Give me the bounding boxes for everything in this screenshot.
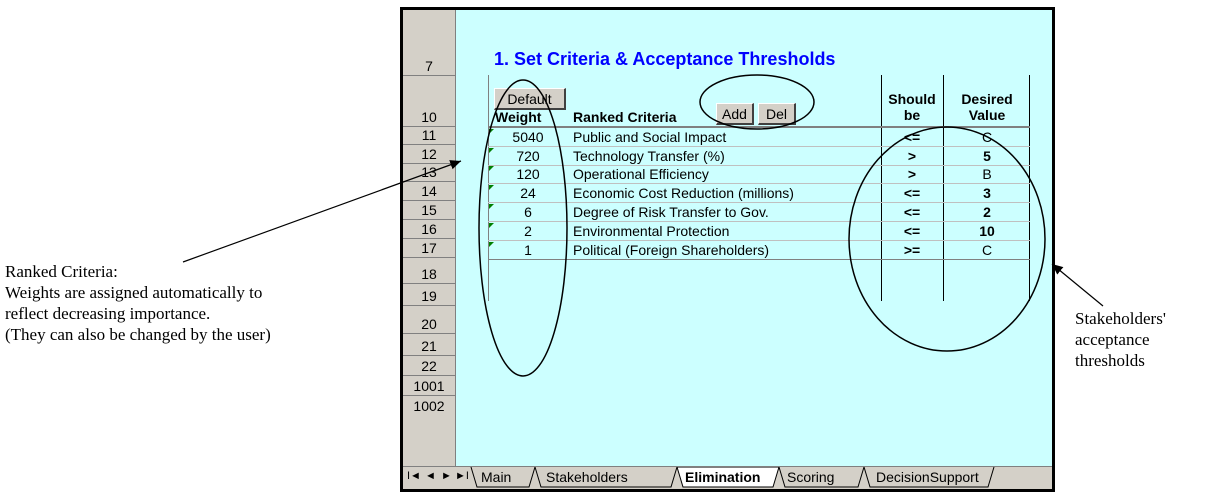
criteria-cell[interactable]: Degree of Risk Transfer to Gov. <box>573 204 769 220</box>
row-header[interactable]: 18 <box>403 258 455 284</box>
row-header[interactable]: 15 <box>403 201 455 220</box>
criteria-cell[interactable]: Operational Efficiency <box>573 166 709 182</box>
desired-value-cell[interactable]: 10 <box>948 223 1026 239</box>
should-be-cell[interactable]: >= <box>883 242 941 258</box>
row-header[interactable]: 21 <box>403 334 455 356</box>
row-header[interactable]: 10 <box>403 76 455 127</box>
criteria-column-header: Ranked Criteria <box>573 109 677 125</box>
desired-value-cell[interactable]: 5 <box>948 148 1026 164</box>
left-annotation-line3: reflect decreasing importance. <box>5 304 211 323</box>
tab-decisionsupport[interactable]: DecisionSupport <box>876 469 979 485</box>
criteria-cell[interactable]: Public and Social Impact <box>573 129 726 145</box>
row-header-column: 7 10 11 12 13 14 15 16 17 18 19 20 21 22… <box>403 10 456 474</box>
row-divider <box>488 183 1030 184</box>
sheet-tab-bar: I◄ ◄ ► ►I Main Stakeholders Elimination … <box>403 466 1052 489</box>
row-header[interactable]: 17 <box>403 239 455 258</box>
row-header[interactable]: 13 <box>403 164 455 182</box>
weight-cell[interactable]: 6 <box>488 204 568 220</box>
weight-cell[interactable]: 1 <box>488 242 568 258</box>
column-divider <box>881 75 882 301</box>
right-annotation-arrow <box>1051 263 1104 307</box>
weight-cell[interactable]: 5040 <box>488 129 568 145</box>
should-be-cell[interactable]: > <box>883 148 941 164</box>
desired-value-cell[interactable]: C <box>948 129 1026 145</box>
section-title: 1. Set Criteria & Acceptance Thresholds <box>494 49 836 69</box>
row-header[interactable]: 1002 <box>403 396 455 474</box>
row-divider <box>488 240 1030 241</box>
row-divider <box>488 146 1030 147</box>
weight-cell[interactable]: 2 <box>488 223 568 239</box>
right-annotation: Stakeholders' acceptance thresholds <box>1075 308 1211 371</box>
desired-value-cell[interactable]: B <box>948 166 1026 182</box>
should-be-header-line2: be <box>903 107 921 123</box>
desired-value-header-line1: Desired <box>961 91 1013 107</box>
should-be-column-header: Should be <box>883 91 941 123</box>
row-header[interactable]: 12 <box>403 145 455 164</box>
criteria-cell[interactable]: Environmental Protection <box>573 223 729 239</box>
row-header[interactable]: 16 <box>403 220 455 239</box>
delete-button[interactable]: Del <box>758 103 796 125</box>
should-be-cell[interactable]: <= <box>883 129 941 145</box>
criteria-cell[interactable]: Economic Cost Reduction (millions) <box>573 185 794 201</box>
right-annotation-line3: thresholds <box>1075 351 1145 370</box>
desired-value-cell[interactable]: 3 <box>948 185 1026 201</box>
row-header[interactable]: 22 <box>403 356 455 376</box>
desired-value-column-header: Desired Value <box>945 91 1029 123</box>
criteria-table: Default Weight Ranked Criteria Add Del S… <box>488 75 1046 301</box>
row-header[interactable]: 20 <box>403 306 455 334</box>
right-annotation-line2: acceptance <box>1075 330 1150 349</box>
left-annotation-line2: Weights are assigned automatically to <box>5 283 263 302</box>
should-be-cell[interactable]: > <box>883 166 941 182</box>
tab-elimination[interactable]: Elimination <box>685 469 760 485</box>
header-divider <box>488 126 1030 128</box>
right-annotation-line1: Stakeholders' <box>1075 309 1166 328</box>
tab-scoring[interactable]: Scoring <box>787 469 834 485</box>
row-header[interactable]: 19 <box>403 284 455 306</box>
default-button[interactable]: Default <box>494 88 566 110</box>
left-annotation-line1: Ranked Criteria: <box>5 262 118 281</box>
column-divider <box>1029 75 1030 301</box>
row-divider <box>488 221 1030 222</box>
column-divider <box>943 75 944 301</box>
should-be-cell[interactable]: <= <box>883 204 941 220</box>
tab-stakeholders[interactable]: Stakeholders <box>546 469 628 485</box>
row-header[interactable]: 1001 <box>403 376 455 396</box>
weight-cell[interactable]: 720 <box>488 148 568 164</box>
weight-cell[interactable]: 120 <box>488 166 568 182</box>
should-be-header-line1: Should <box>888 91 936 107</box>
weight-cell[interactable]: 24 <box>488 185 568 201</box>
desired-value-cell[interactable]: 2 <box>948 204 1026 220</box>
spreadsheet-window: 7 10 11 12 13 14 15 16 17 18 19 20 21 22… <box>400 7 1055 492</box>
row-header[interactable]: 11 <box>403 127 455 145</box>
add-button[interactable]: Add <box>716 103 754 125</box>
desired-value-header-line2: Value <box>968 107 1006 123</box>
should-be-cell[interactable]: <= <box>883 185 941 201</box>
row-divider <box>488 259 1030 260</box>
desired-value-cell[interactable]: C <box>948 242 1026 258</box>
weight-column-header: Weight <box>495 109 542 125</box>
left-annotation: Ranked Criteria: Weights are assigned au… <box>5 261 395 345</box>
row-header[interactable]: 14 <box>403 182 455 201</box>
left-annotation-line4: (They can also be changed by the user) <box>5 325 271 344</box>
row-divider <box>488 202 1030 203</box>
should-be-cell[interactable]: <= <box>883 223 941 239</box>
tab-main[interactable]: Main <box>481 469 511 485</box>
row-header[interactable]: 7 <box>403 10 455 76</box>
criteria-cell[interactable]: Political (Foreign Shareholders) <box>573 242 769 258</box>
criteria-cell[interactable]: Technology Transfer (%) <box>573 148 725 164</box>
